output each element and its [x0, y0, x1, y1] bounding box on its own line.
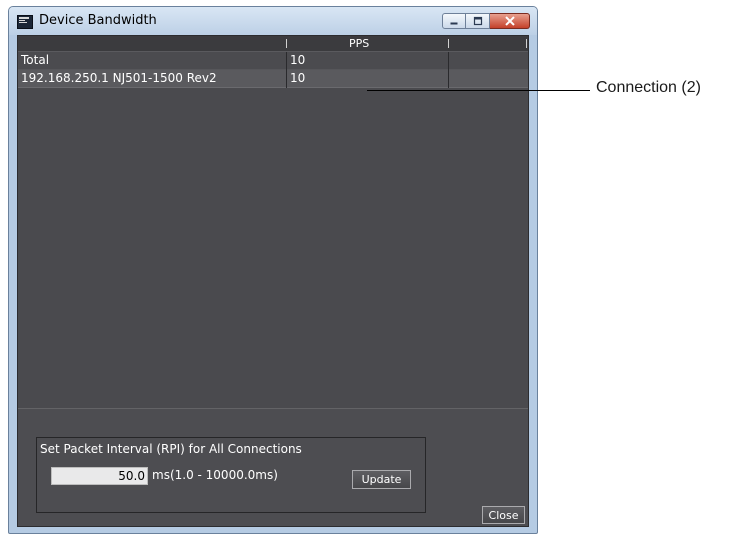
rpi-range-label: ms(1.0 - 10000.0ms): [152, 468, 278, 482]
table-row[interactable]: 192.168.250.1 NJ501-1500 Rev2 10: [18, 70, 528, 88]
update-button[interactable]: Update: [352, 470, 411, 489]
device-name-cell: 192.168.250.1 NJ501-1500 Rev2: [21, 71, 217, 85]
maximize-button[interactable]: [466, 13, 490, 29]
column-divider[interactable]: [286, 39, 287, 48]
window-title: Device Bandwidth: [39, 13, 157, 28]
maximize-icon: [473, 16, 482, 26]
minimize-button[interactable]: [442, 13, 466, 29]
close-icon: [504, 16, 515, 26]
table-row[interactable]: Total 10: [18, 52, 528, 70]
device-bandwidth-window: Device Bandwidth PPS Total 10 192.168.25…: [8, 6, 538, 534]
rpi-group-box: Set Packet Interval (RPI) for All Connec…: [36, 437, 426, 513]
bandwidth-table[interactable]: PPS Total 10 192.168.250.1 NJ501-1500 Re…: [18, 36, 528, 409]
title-bar[interactable]: Device Bandwidth: [9, 7, 537, 35]
device-name-cell: Total: [21, 53, 50, 67]
connection-callout-label: Connection (2): [596, 79, 701, 96]
app-window-icon: [17, 15, 33, 29]
column-divider[interactable]: [448, 39, 449, 48]
pps-cell: 10: [290, 71, 306, 85]
rpi-settings-panel: Set Packet Interval (RPI) for All Connec…: [18, 410, 528, 526]
close-window-button[interactable]: [490, 13, 530, 29]
minimize-icon: [450, 22, 458, 25]
close-button[interactable]: Close: [482, 506, 525, 524]
window-controls: [442, 13, 530, 30]
dialog-client-area: PPS Total 10 192.168.250.1 NJ501-1500 Re…: [17, 35, 529, 527]
column-grid-line: [286, 52, 287, 88]
table-header: PPS: [18, 36, 528, 52]
pps-cell: 10: [290, 53, 306, 67]
column-header-pps[interactable]: PPS: [349, 37, 369, 50]
rpi-group-title: Set Packet Interval (RPI) for All Connec…: [38, 442, 304, 456]
column-divider[interactable]: [526, 39, 527, 48]
callout-line: [367, 90, 590, 91]
rpi-value-input[interactable]: [51, 467, 148, 485]
column-grid-line: [448, 52, 449, 88]
